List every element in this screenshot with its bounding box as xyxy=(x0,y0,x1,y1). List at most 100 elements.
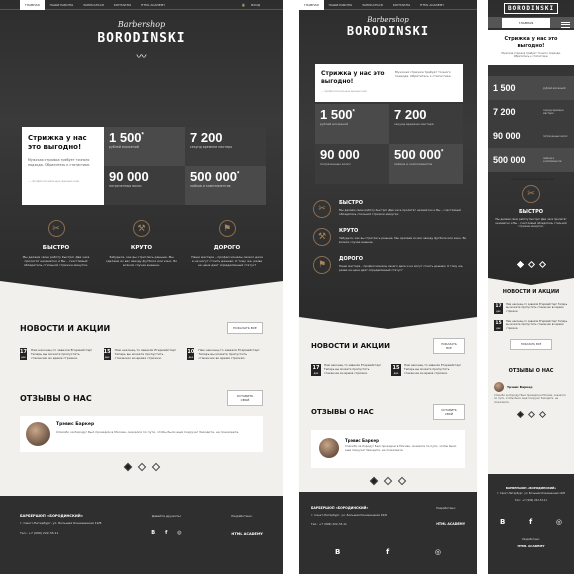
feature-text: Мы делаем свою работу быстро! Два часа п… xyxy=(22,255,90,268)
nav-item-contacts[interactable]: Контакты xyxy=(109,0,136,10)
feature-text: Мы делаем свою работу быстро! Два часа п… xyxy=(339,208,461,216)
nav-item-signup[interactable]: Записаться xyxy=(78,0,109,10)
feature-expensive: ⚑ Дорого Наши мастера – профессионалы св… xyxy=(191,220,263,268)
stat-item: 7 200 секунд времени мастера xyxy=(389,104,463,144)
nav-item-academy[interactable]: HTML Academy xyxy=(136,0,170,10)
slider-dot[interactable] xyxy=(516,411,524,419)
leave-review-button[interactable]: Оставить свой xyxy=(227,390,263,406)
instagram-icon[interactable]: ◎ xyxy=(435,548,441,556)
nav-item-works[interactable]: Наши работы xyxy=(45,0,78,10)
logo-name[interactable]: BORODINSKI xyxy=(0,31,283,46)
news-title: Новости и акции xyxy=(502,289,560,295)
facebook-icon[interactable]: f xyxy=(165,530,167,536)
stat-label: потраченных волос xyxy=(543,134,568,138)
footer-address: г. Санкт-Петербург, ул. Большая Конюшенн… xyxy=(20,521,102,525)
feature-title: Круто xyxy=(130,245,153,251)
stat-item: 500 000* лайков и комплиментов xyxy=(389,144,463,184)
review-name: Трэвис Баркер xyxy=(56,422,95,427)
stat-label: секунд времени мастера xyxy=(543,109,564,115)
logo-name[interactable]: BORODINSKI xyxy=(503,3,559,14)
news-item[interactable]: 17 дек Нам наконец-то завезли Егермейстер… xyxy=(20,348,96,360)
news-item[interactable]: 17 дек Нам наконец-то завезли Егермейстер… xyxy=(311,363,385,376)
slider-dot[interactable] xyxy=(527,411,535,419)
slider-dot[interactable] xyxy=(527,260,535,269)
vk-icon[interactable]: B xyxy=(500,518,505,526)
nav-item-contacts[interactable]: Контакты xyxy=(388,0,415,10)
slider-dot[interactable] xyxy=(538,260,546,269)
instagram-icon[interactable]: ◎ xyxy=(177,530,181,536)
stat-value: 90 000 xyxy=(493,131,521,141)
vk-icon[interactable]: B xyxy=(151,530,155,536)
slider-dot[interactable] xyxy=(538,411,546,419)
news-date: 17 дек xyxy=(494,303,503,314)
stat-value: 90 000 xyxy=(109,169,149,184)
promo-more[interactable]: — профессиональные данные нам xyxy=(28,179,98,183)
show-all-button[interactable]: Показать все xyxy=(227,322,263,334)
footer-dev-label: Разработано: xyxy=(436,506,456,510)
slider-dot[interactable] xyxy=(383,476,393,486)
stat-sup: * xyxy=(352,109,355,116)
promo-card: Стрижка у нас это выгодно! Мужская стриж… xyxy=(22,127,104,205)
nav-item-home[interactable]: Главная xyxy=(299,0,324,10)
review-name: Трэвис Баркер xyxy=(345,438,379,443)
stat-item: 500 000* лайков и комплиментов xyxy=(185,166,266,205)
stat-label: лайков и комплиментов xyxy=(394,162,433,166)
footer-dev[interactable]: HTML Academy xyxy=(494,544,568,548)
login-link[interactable]: 🔒 Вход xyxy=(236,0,283,10)
stat-value: 7 200 xyxy=(394,107,427,122)
nav-item-works[interactable]: Наши работы xyxy=(324,0,357,10)
stat-value: 1 500 xyxy=(493,83,516,93)
footer-address: г. Санкт-Петербург, ул. Большая Конюшенн… xyxy=(311,513,387,517)
news-item[interactable]: 15 дек Нам наконец-то завезли Егермейстер… xyxy=(494,320,568,331)
show-all-button[interactable]: Показать все xyxy=(510,339,552,350)
feature-title: Дорого xyxy=(213,245,241,251)
news-item[interactable]: 10 дек Нам наконец-то завезли Егермейстер… xyxy=(187,348,263,360)
slider-dots xyxy=(494,411,568,419)
news-item[interactable]: 17 дек Нам наконец-то завезли Егермейстер… xyxy=(494,303,568,314)
slider-dots xyxy=(20,462,263,472)
promo-more[interactable]: — профессиональные данные нам xyxy=(488,178,574,181)
footer-dev[interactable]: HTML Academy xyxy=(436,522,465,526)
promo-title: Стрижка у нас это выгодно! xyxy=(321,70,385,85)
news-date: 17 дек xyxy=(311,364,321,376)
menu-toggle-icon[interactable] xyxy=(561,20,570,29)
logo-name[interactable]: BORODINSKI xyxy=(299,24,477,38)
review-text: Спасибо за бороду! Был проездом в Москве… xyxy=(345,444,457,452)
nav-item-signup[interactable]: Записаться xyxy=(357,0,388,10)
footer-dev[interactable]: HTML Academy xyxy=(231,532,263,536)
stat-item: 7 200 секунд времени мастера xyxy=(488,100,574,124)
slider-dot[interactable] xyxy=(123,462,132,472)
footer-phone: Тел.: +7 (999) 222-33-11 xyxy=(20,531,59,535)
slider-dot[interactable] xyxy=(137,462,146,472)
review-text: Спасибо за бороду! Был проездом в Москве… xyxy=(494,394,566,404)
feature-cool: ⚒ Круто Забудьте, как вы стриглись раньш… xyxy=(106,220,178,268)
logo-script: Barbershop xyxy=(367,16,409,24)
nav-item-home[interactable]: Главная xyxy=(20,0,45,10)
promo-more[interactable]: — профессиональные данные нам xyxy=(321,90,389,93)
slider-dot[interactable] xyxy=(397,476,407,486)
stat-item: 90 000 потраченных волос xyxy=(315,144,389,184)
slider-dots xyxy=(311,476,465,486)
stat-item: 1 500* рублей вложений xyxy=(315,104,389,144)
slider-dot[interactable] xyxy=(516,260,524,269)
stat-label: рублей вложений xyxy=(543,86,566,90)
reviews-section: Отзывы о нас Оставить свой Трэвис Баркер… xyxy=(299,376,477,486)
slider-dot[interactable] xyxy=(151,462,160,472)
stat-sup: * xyxy=(141,132,144,139)
facebook-icon[interactable]: f xyxy=(386,548,389,556)
review-card: Трэвис Баркер Спасибо за бороду! Был про… xyxy=(311,430,465,468)
scissors-icon: ✂ xyxy=(47,220,65,237)
nav-item-academy[interactable]: HTML Academy xyxy=(415,0,449,10)
leave-review-button[interactable]: Оставить свой xyxy=(433,404,465,420)
review-card: Трэвис Баркер Спасибо за бороду! Был про… xyxy=(494,382,568,404)
footer-join: Давайте дружить! xyxy=(151,514,182,518)
news-item[interactable]: 15 дек Нам наконец-то завезли Егермейстер… xyxy=(391,363,465,376)
news-text: Нам наконец-то завезли Егермейстер! Тепе… xyxy=(506,320,568,330)
show-all-button[interactable]: Показать все xyxy=(433,338,465,354)
facebook-icon[interactable]: f xyxy=(529,518,532,526)
instagram-icon[interactable]: ◎ xyxy=(556,518,562,526)
nav-item-home[interactable]: Главная xyxy=(502,18,550,28)
vk-icon[interactable]: B xyxy=(335,548,340,556)
slider-dot[interactable] xyxy=(369,476,379,486)
news-item[interactable]: 15 дек Нам наконец-то завезли Егермейстер… xyxy=(103,348,180,360)
